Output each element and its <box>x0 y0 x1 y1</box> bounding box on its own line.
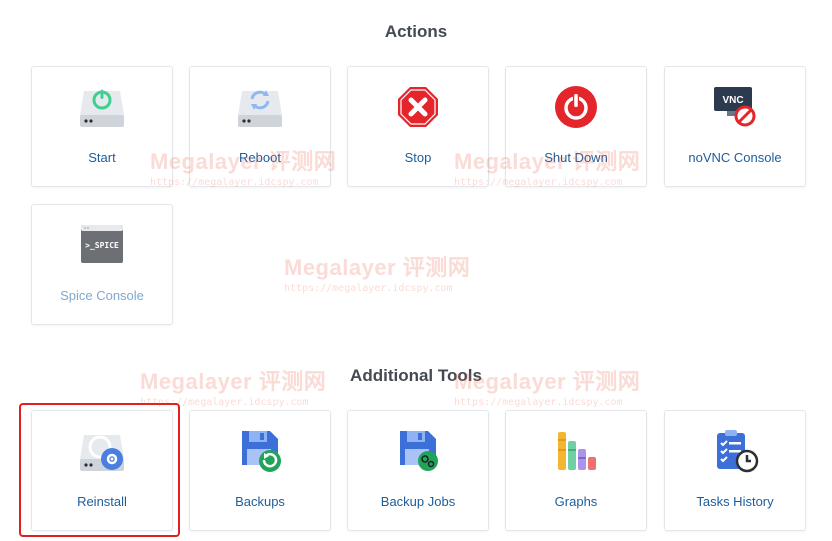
stop-label: Stop <box>404 150 432 165</box>
novnc-console-label: noVNC Console <box>688 150 782 165</box>
start-button[interactable]: Start <box>31 66 173 187</box>
spice-console-button[interactable]: >_SPICE Spice Console <box>31 204 173 325</box>
actions-section-title: Actions <box>384 22 448 41</box>
watermark-brand: Megalayer 评测网 <box>284 255 471 280</box>
tasks-history-button[interactable]: Tasks History <box>664 410 806 531</box>
novnc-console-button[interactable]: VNC noVNC Console <box>664 66 806 187</box>
stop-icon <box>394 85 442 129</box>
reboot-label: Reboot <box>239 150 281 165</box>
graphs-button[interactable]: Graphs <box>505 410 647 531</box>
reboot-icon <box>236 85 284 129</box>
watermark: Megalayer 评测网 https://megalayer.idcspy.c… <box>284 250 470 294</box>
reinstall-highlight-box <box>19 403 180 537</box>
graphs-label: Graphs <box>554 494 598 509</box>
shutdown-label: Shut Down <box>544 150 608 165</box>
reboot-button[interactable]: Reboot <box>189 66 331 187</box>
start-icon <box>78 85 126 129</box>
start-label: Start <box>88 150 116 165</box>
tasks-history-label: Tasks History <box>696 494 774 509</box>
vnc-icon-text: VNC <box>722 95 743 106</box>
backup-jobs-icon <box>394 429 442 473</box>
shutdown-icon <box>552 85 600 129</box>
stop-button[interactable]: Stop <box>347 66 489 187</box>
additional-tools-section-title: Additional Tools <box>350 366 482 385</box>
spice-console-icon: >_SPICE <box>78 223 126 267</box>
spice-console-label: Spice Console <box>60 288 144 303</box>
backups-icon <box>236 429 284 473</box>
backup-jobs-button[interactable]: Backup Jobs <box>347 410 489 531</box>
spice-icon-text: >_SPICE <box>85 241 119 250</box>
tasks-history-icon <box>711 429 759 473</box>
backups-label: Backups <box>235 494 285 509</box>
shutdown-button[interactable]: Shut Down <box>505 66 647 187</box>
graphs-icon <box>552 429 600 473</box>
novnc-disabled-icon: VNC <box>711 85 759 129</box>
backup-jobs-label: Backup Jobs <box>380 494 456 509</box>
watermark-url: https://megalayer.idcspy.com <box>454 397 623 408</box>
backups-button[interactable]: Backups <box>189 410 331 531</box>
watermark-url: https://megalayer.idcspy.com <box>284 283 453 294</box>
